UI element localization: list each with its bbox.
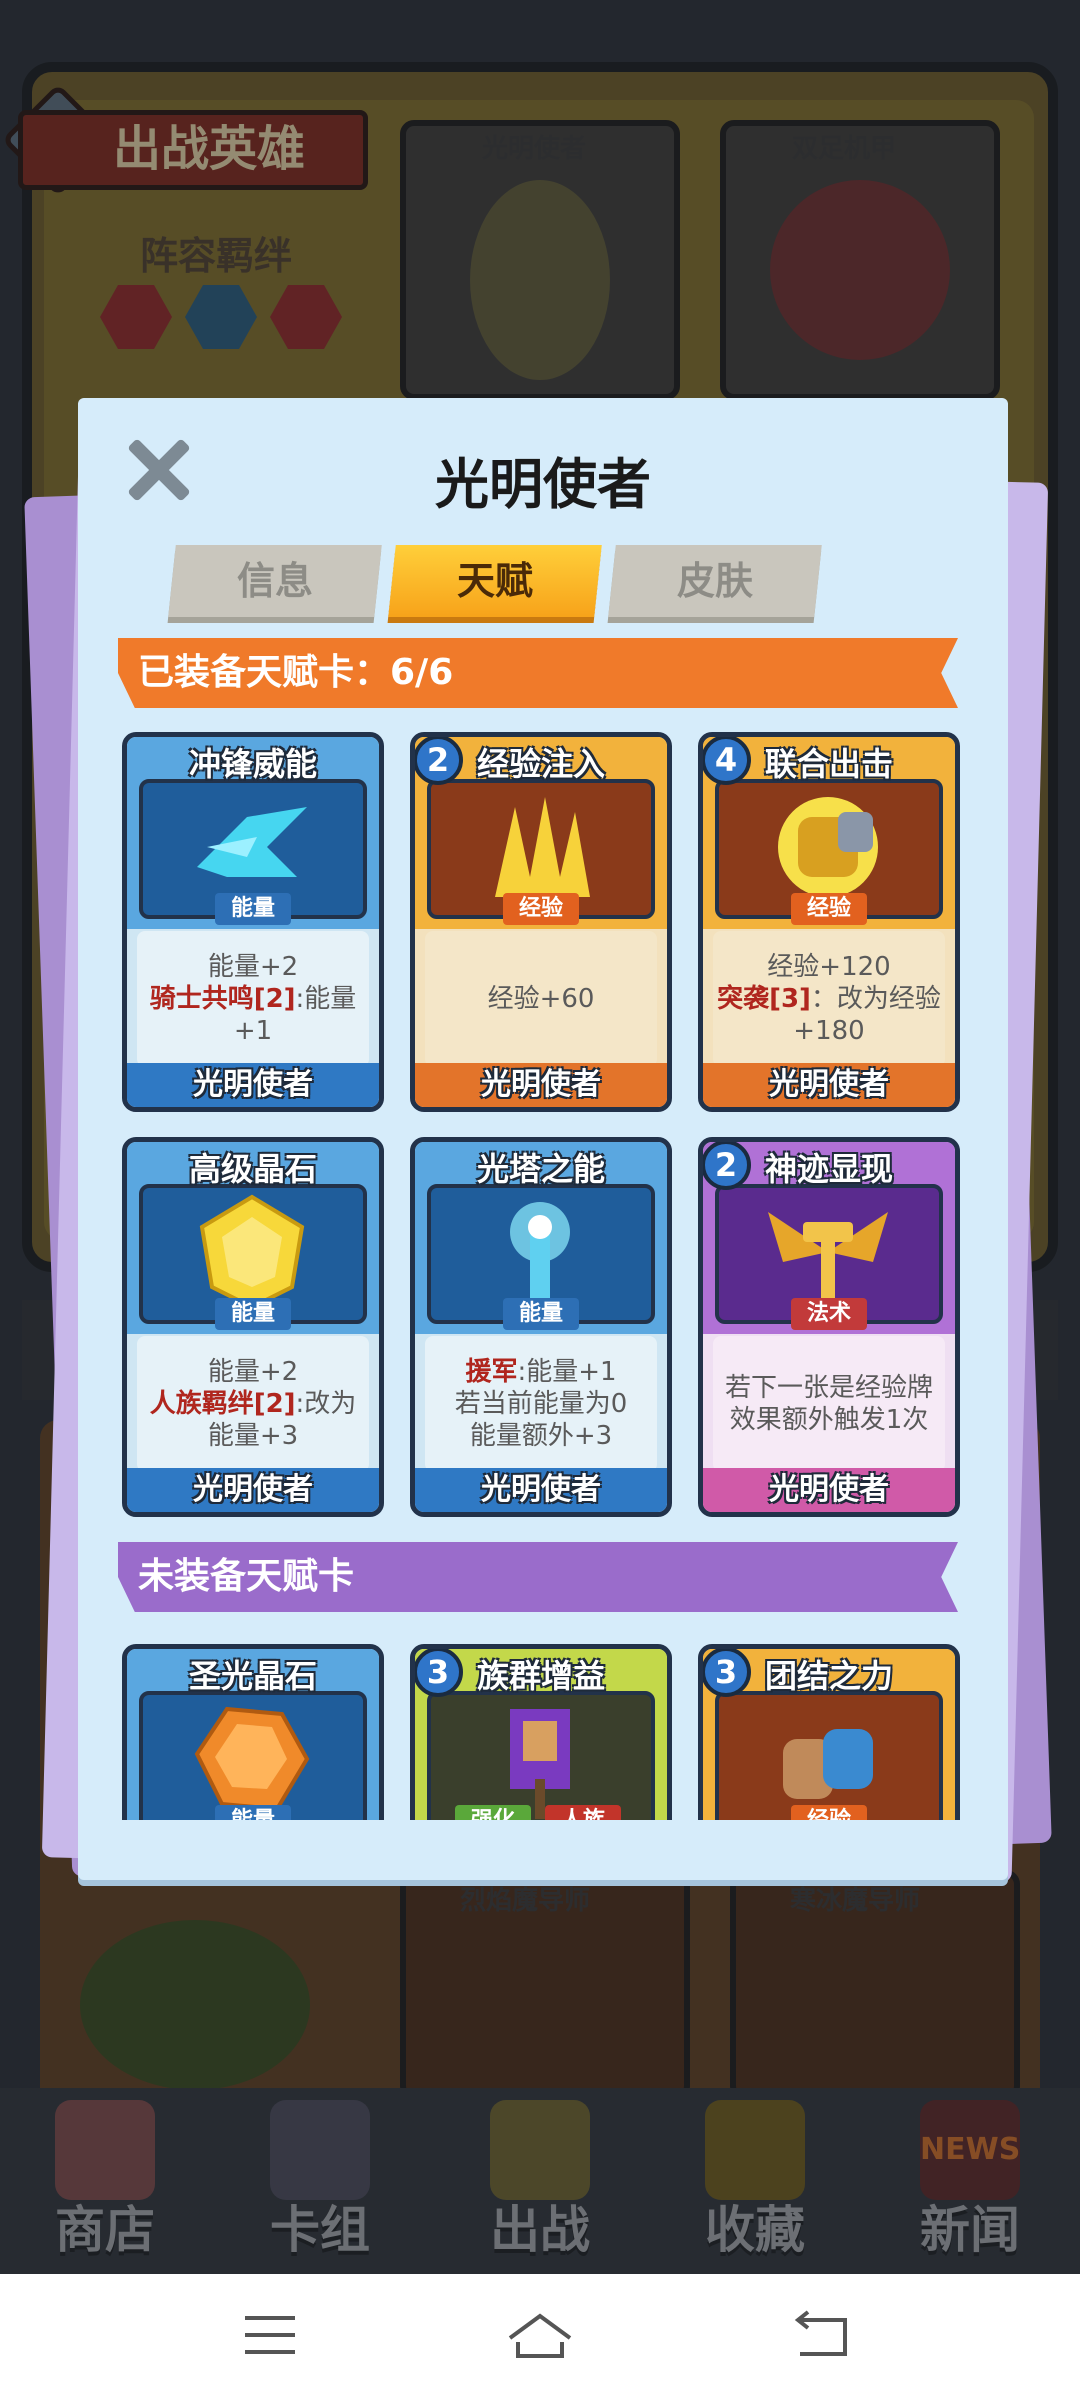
- card-description: 经验+120 突袭[3]：改为经验 +180: [713, 931, 945, 1067]
- talent-card[interactable]: 圣光晶石 能量: [122, 1644, 384, 1820]
- desc-highlight: 骑士共鸣[2]: [149, 984, 296, 1014]
- desc-text: :能量+1: [517, 1357, 617, 1387]
- card-type-badge: 能量: [215, 1805, 291, 1820]
- menu-icon[interactable]: [220, 2300, 320, 2370]
- card-owner: 光明使者: [703, 1468, 955, 1512]
- banner-flag-icon: [510, 1709, 570, 1819]
- card-type-badge: 经验: [503, 893, 579, 925]
- desc-line: 能量+2: [207, 1357, 299, 1387]
- card-owner: 光明使者: [703, 1063, 955, 1107]
- card-type-badge: 能量: [503, 1298, 579, 1330]
- desc-line: 经验+120: [767, 952, 891, 982]
- handshake-icon: [783, 1729, 873, 1799]
- talent-card[interactable]: 2 神迹显现 法术 若下一张是经验牌 效果额外触发1次 光明使者: [698, 1137, 960, 1517]
- card-type-badge: 法术: [791, 1298, 867, 1330]
- card-type-badge: 经验: [791, 1805, 867, 1820]
- card-owner: 光明使者: [127, 1063, 379, 1107]
- card-name: 高级晶石: [188, 1150, 317, 1188]
- desc-line: 人族羁绊[2]:改为: [150, 1388, 357, 1420]
- tab-talent-label: 天赋: [456, 559, 533, 603]
- talent-card[interactable]: 冲锋威能 能量 能量+2 骑士共鸣[2]:能量 +1 光明使者: [122, 732, 384, 1112]
- desc-highlight: 突袭[3]: [717, 984, 811, 1014]
- tab-talent[interactable]: 天赋: [388, 545, 602, 617]
- orange-gem-icon: [194, 1706, 310, 1812]
- desc-line: 援军:能量+1: [465, 1356, 616, 1388]
- card-owner: 光明使者: [415, 1063, 667, 1107]
- desc-line: 突袭[3]：改为经验: [717, 983, 941, 1015]
- talent-card-list[interactable]: 冲锋威能 能量 能量+2 骑士共鸣[2]:能量 +1 光明使者 2 经验注入 经…: [110, 720, 970, 1820]
- desc-text: ：改为经验: [810, 984, 941, 1014]
- fist-bump-icon: [778, 797, 878, 897]
- desc-line: 能量+3: [207, 1421, 299, 1451]
- winged-hammer-icon: [768, 1212, 888, 1302]
- golden-energy-icon: [495, 797, 590, 897]
- desc-line: 能量+2: [207, 952, 299, 982]
- equipped-header: 已装备天赋卡：6/6: [118, 638, 958, 708]
- gem-icon: [199, 1194, 305, 1310]
- modal-title: 光明使者: [435, 453, 651, 516]
- talent-card[interactable]: 2 经验注入 经验 经验+60 光明使者: [410, 732, 672, 1112]
- tab-info[interactable]: 信息: [168, 545, 382, 617]
- unequipped-header: 未装备天赋卡: [118, 1542, 958, 1612]
- card-type-badge: 经验: [791, 893, 867, 925]
- desc-text: :改为: [295, 1389, 357, 1419]
- desc-line: 骑士共鸣[2]:能量: [150, 983, 357, 1015]
- card-description: 若下一张是经验牌 效果额外触发1次: [713, 1336, 945, 1472]
- cost-badge: 3: [415, 1649, 463, 1697]
- card-owner: 光明使者: [127, 1468, 379, 1512]
- charging-knight-icon: [197, 807, 307, 877]
- cost-badge: 2: [703, 1142, 751, 1190]
- cost-badge: 2: [415, 737, 463, 785]
- card-description: 援军:能量+1 若当前能量为0 能量额外+3: [425, 1336, 657, 1472]
- card-type-badge: 强化: [455, 1805, 531, 1820]
- card-type-badge: 人族: [545, 1805, 621, 1820]
- desc-line: 若下一张是经验牌: [724, 1373, 933, 1403]
- talent-card[interactable]: 4 联合出击 经验 经验+120 突袭[3]：改为经验 +180 光明使者: [698, 732, 960, 1112]
- tab-info-label: 信息: [236, 559, 313, 603]
- card-name: 圣光晶石: [188, 1657, 317, 1695]
- card-name: 冲锋威能: [188, 745, 317, 783]
- card-name: 光塔之能: [476, 1150, 605, 1188]
- desc-highlight: 人族羁绊[2]: [149, 1389, 296, 1419]
- cost-badge: 4: [703, 737, 751, 785]
- talent-card[interactable]: 3 族群增益 强化 人族: [410, 1644, 672, 1820]
- card-owner: 光明使者: [415, 1468, 667, 1512]
- talent-card[interactable]: 3 团结之力 经验: [698, 1644, 960, 1820]
- card-description: 能量+2 人族羁绊[2]:改为 能量+3: [137, 1336, 369, 1472]
- card-type-badge: 能量: [215, 893, 291, 925]
- desc-line: 若当前能量为0: [454, 1389, 628, 1419]
- home-icon[interactable]: [490, 2300, 590, 2370]
- talent-card[interactable]: 高级晶石 能量 能量+2 人族羁绊[2]:改为 能量+3 光明使者: [122, 1137, 384, 1517]
- desc-line: +1: [233, 1016, 273, 1046]
- desc-line: 效果额外触发1次: [729, 1405, 929, 1435]
- desc-highlight: 援军: [465, 1357, 518, 1387]
- tab-skin-label: 皮肤: [676, 559, 753, 603]
- card-type-badge: 能量: [215, 1298, 291, 1330]
- talent-card[interactable]: 光塔之能 能量 援军:能量+1 若当前能量为0 能量额外+3 光明使者: [410, 1137, 672, 1517]
- desc-line: +180: [793, 1016, 865, 1046]
- desc-text: :能量: [295, 984, 357, 1014]
- card-description: 能量+2 骑士共鸣[2]:能量 +1: [137, 931, 369, 1067]
- back-icon[interactable]: [770, 2300, 870, 2370]
- cost-badge: 3: [703, 1649, 751, 1697]
- light-tower-icon: [510, 1202, 570, 1302]
- tab-skin[interactable]: 皮肤: [608, 545, 822, 617]
- card-description: 经验+60: [425, 931, 657, 1067]
- desc-line: 能量额外+3: [469, 1421, 613, 1451]
